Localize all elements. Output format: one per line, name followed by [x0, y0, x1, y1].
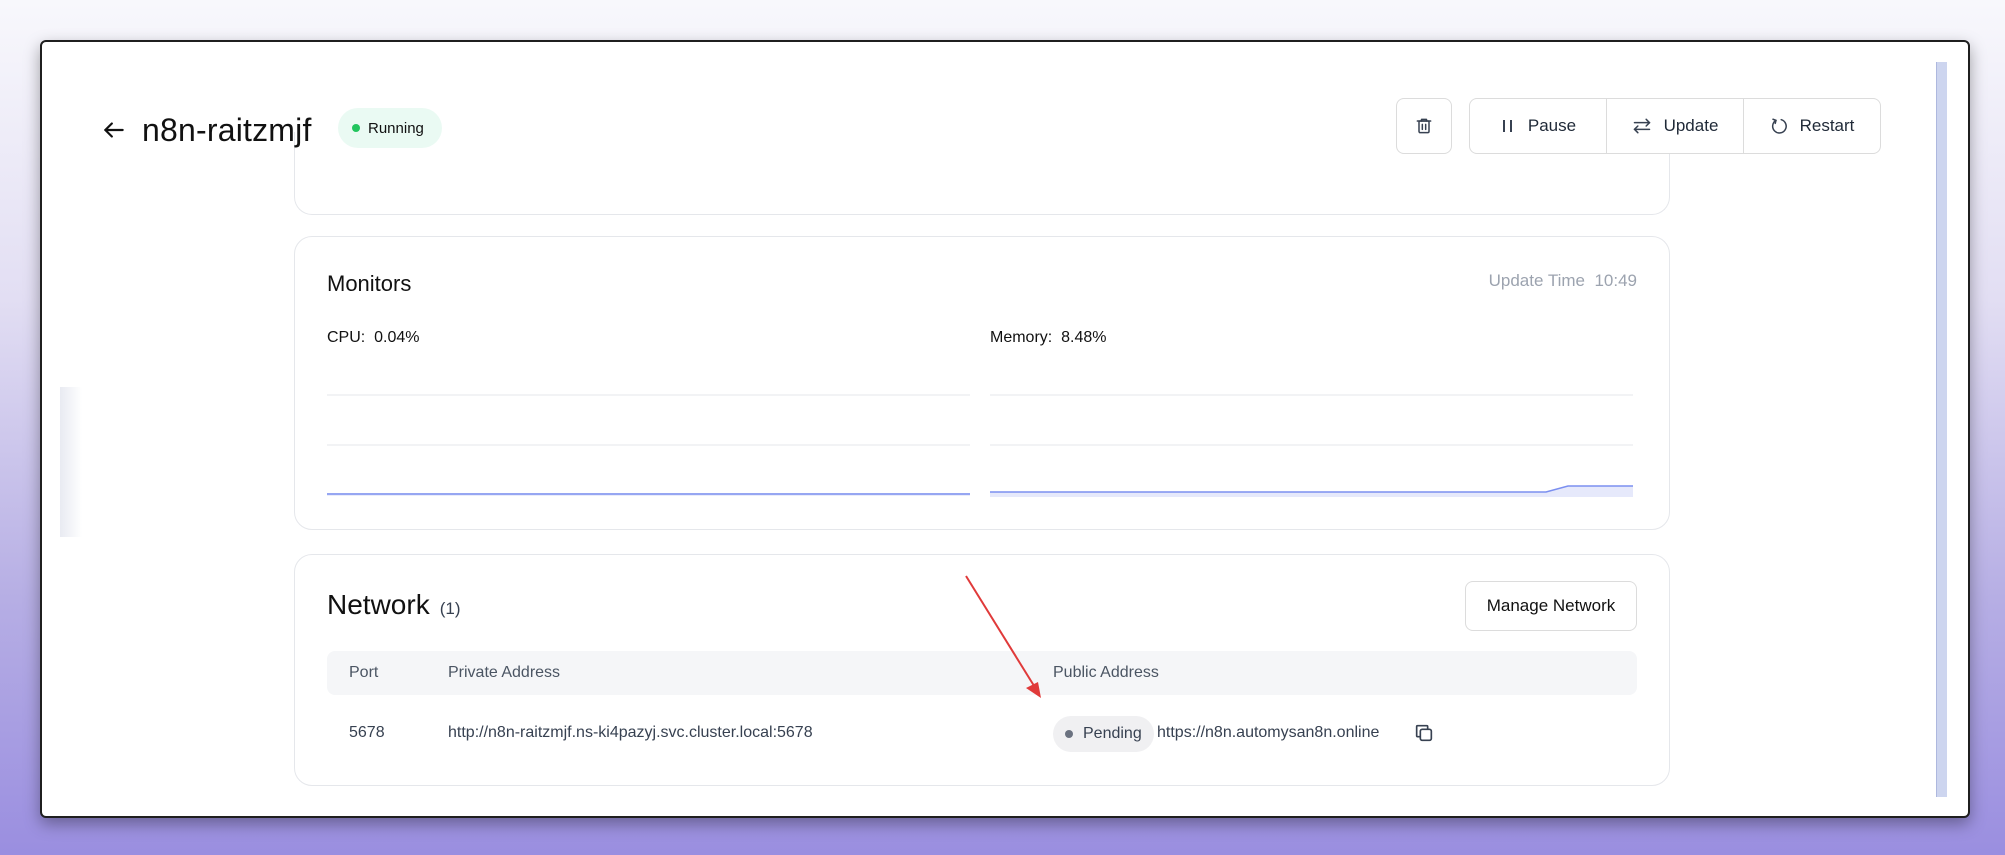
network-table-header: Port Private Address Public Address — [327, 651, 1637, 695]
memory-line — [990, 485, 1633, 493]
arrow-left-icon — [104, 122, 124, 138]
network-card: Network (1) Manage Network Port Private … — [294, 554, 1670, 786]
column-port: Port — [349, 664, 379, 681]
memory-metric: Memory: 8.48% — [990, 329, 1107, 347]
manage-network-button[interactable]: Manage Network — [1465, 581, 1637, 631]
table-row: 5678 http://n8n-raitzmjf.ns-ki4pazyj.svc… — [327, 705, 1637, 761]
update-button[interactable]: Update — [1607, 99, 1744, 153]
delete-button[interactable] — [1396, 98, 1452, 154]
memory-label: Memory: — [990, 329, 1053, 346]
monitors-card: Monitors Update Time 10:49 CPU: 0.04% Me… — [294, 236, 1670, 530]
restart-label: Restart — [1799, 116, 1855, 135]
page-title: n8n-raitzmjf — [142, 112, 312, 148]
update-time-value: 10:49 — [1594, 271, 1637, 290]
pause-button[interactable]: Pause — [1470, 99, 1607, 153]
update-time-label: Update Time — [1488, 271, 1585, 290]
column-public-address: Public Address — [1053, 664, 1159, 681]
update-label: Update — [1663, 116, 1719, 135]
status-badge: Running — [338, 108, 442, 148]
network-count: (1) — [439, 599, 461, 618]
pending-dot — [1065, 730, 1073, 738]
pending-status-badge: Pending — [1053, 716, 1154, 752]
back-button[interactable] — [94, 110, 134, 150]
restart-button[interactable]: Restart — [1744, 99, 1880, 153]
column-private-address: Private Address — [448, 664, 561, 681]
cpu-metric: CPU: 0.04% — [327, 329, 420, 347]
action-button-group: Pause Update Restart — [1469, 98, 1881, 154]
scrollbar-thumb[interactable] — [1936, 62, 1947, 797]
copy-button[interactable] — [1413, 722, 1435, 744]
trash-icon — [1416, 118, 1432, 134]
network-title: Network — [327, 589, 430, 620]
memory-value: 8.48% — [1061, 329, 1107, 346]
scrollbar[interactable] — [1936, 62, 1947, 797]
app-window: n8n-raitzmjf Running Pause Update Restar… — [40, 40, 1970, 818]
restart-icon — [1771, 118, 1787, 134]
pause-icon — [1502, 120, 1512, 132]
memory-chart — [990, 394, 1633, 497]
pause-label: Pause — [1527, 116, 1577, 135]
update-time: Update Time 10:49 — [1489, 271, 1637, 291]
status-label: Running — [368, 119, 424, 137]
cpu-label: CPU: — [327, 329, 366, 346]
cpu-value: 0.04% — [374, 329, 420, 346]
left-shadow-edge — [60, 387, 82, 537]
status-dot — [352, 124, 360, 132]
pending-label: Pending — [1083, 725, 1142, 742]
copy-icon — [1415, 724, 1433, 742]
arrows-exchange-icon — [1633, 118, 1650, 134]
private-address-cell: http://n8n-raitzmjf.ns-ki4pazyj.svc.clus… — [448, 724, 813, 741]
port-cell: 5678 — [349, 724, 385, 741]
public-address-link[interactable]: https://n8n.automysan8n.online — [1157, 705, 1379, 761]
monitors-title: Monitors — [327, 271, 412, 296]
cpu-chart — [327, 394, 970, 496]
previous-card-remnant — [294, 132, 1670, 215]
network-title-group: Network (1) — [327, 589, 460, 621]
